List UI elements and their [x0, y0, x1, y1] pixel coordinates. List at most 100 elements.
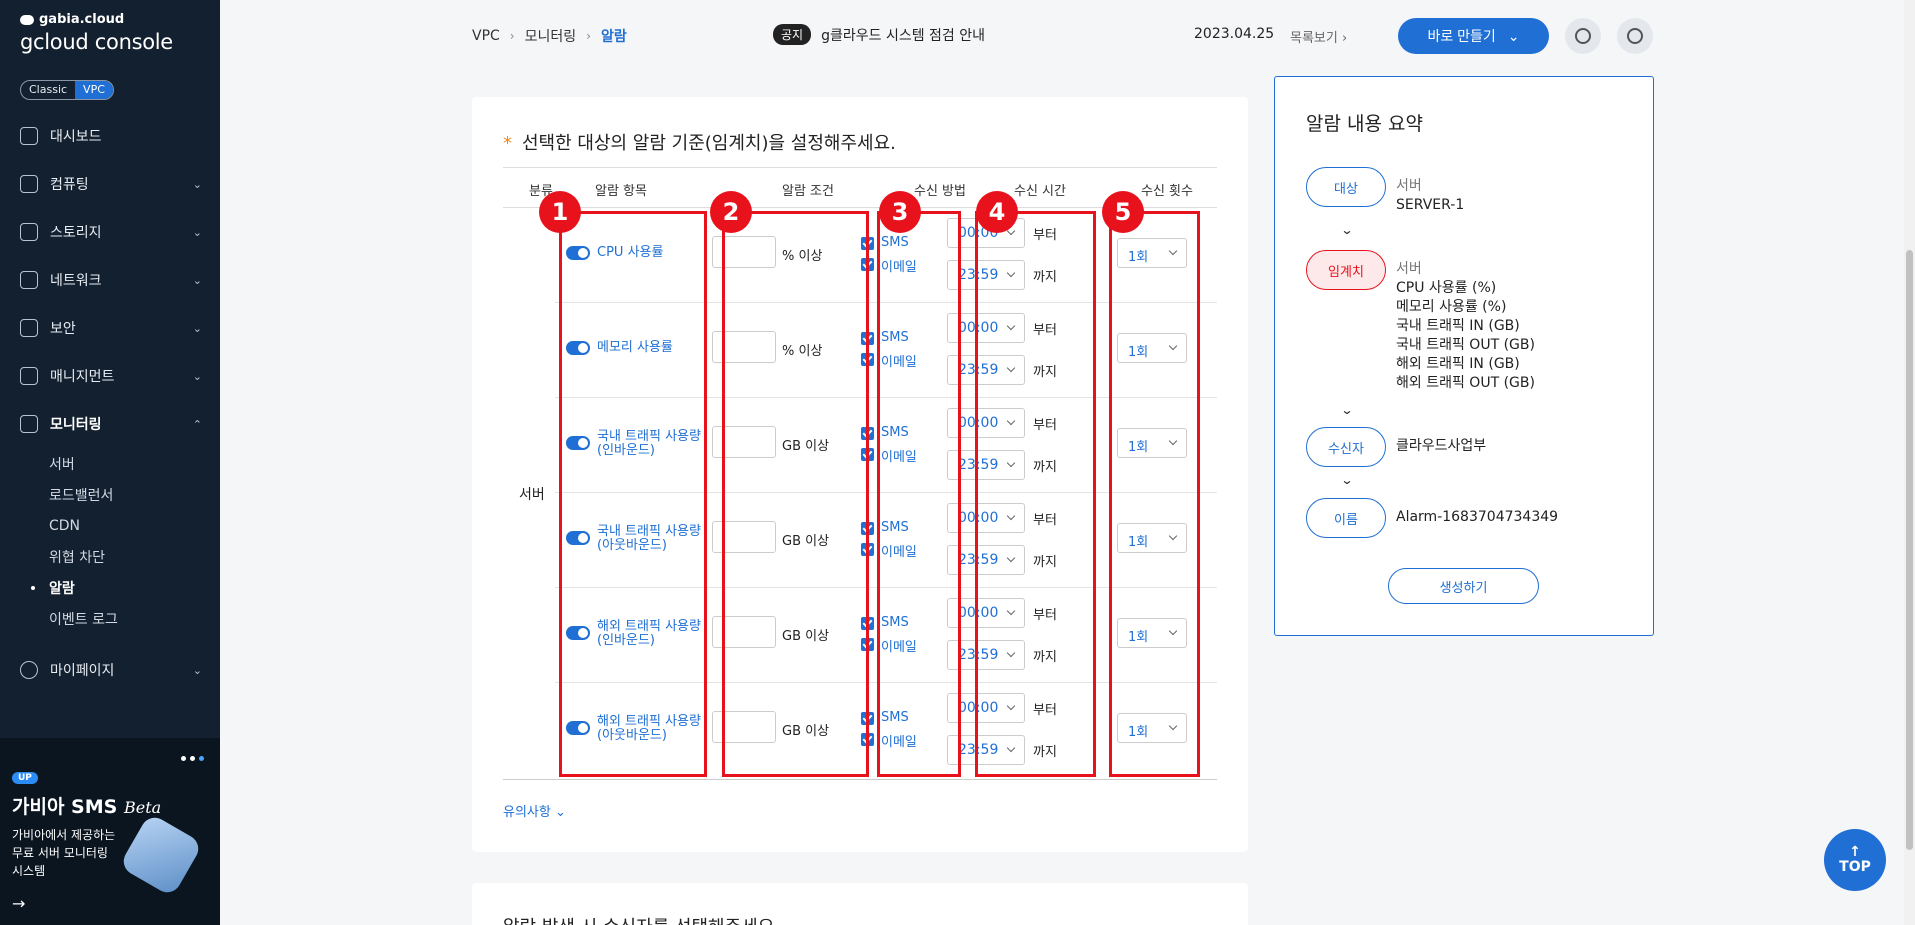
sidebar-item-label: 대시보드	[50, 129, 102, 145]
quick-create-button[interactable]: 바로 만들기 ⌄	[1398, 18, 1549, 54]
management-icon	[20, 367, 38, 385]
brand-small: gabia.cloud	[39, 12, 125, 27]
dashboard-icon	[20, 127, 38, 145]
sidebar-subitem-loadbalancer[interactable]: 로드밸런서	[0, 479, 220, 510]
chevron-up-icon: ⌃	[192, 417, 202, 431]
notice-bar[interactable]: 공지 g클라우드 시스템 점검 안내	[773, 24, 985, 45]
card-title: * 선택한 대상의 알람 기준(임계치)을 설정해주세요.	[503, 129, 896, 155]
quick-create-label: 바로 만들기	[1427, 28, 1496, 44]
env-vpc-option[interactable]: VPC	[75, 81, 113, 99]
threshold-item: 해외 트래픽 OUT (GB)	[1396, 375, 1535, 391]
sidebar-item-monitoring[interactable]: 모니터링 ⌃	[0, 400, 220, 448]
scrollbar-thumb[interactable]	[1906, 250, 1913, 850]
chat-button[interactable]	[1565, 18, 1601, 54]
notice-tag: 공지	[773, 24, 812, 45]
annotation-badge: 4	[976, 191, 1018, 233]
sidebar-subitem-cdn[interactable]: CDN	[0, 510, 220, 541]
notes-label: 유의사항	[503, 805, 551, 820]
sidebar-item-management[interactable]: 매니지먼트 ⌄	[0, 352, 220, 400]
annotation-badge: 3	[879, 191, 921, 233]
chevron-down-icon: ⌄	[192, 321, 202, 335]
notes-toggle[interactable]: 유의사항 ⌄	[503, 801, 566, 820]
breadcrumb-monitoring[interactable]: 모니터링	[525, 26, 577, 46]
threshold-item: 해외 트래픽 IN (GB)	[1396, 356, 1520, 372]
sidebar-menu: 대시보드 컴퓨팅 ⌄ 스토리지 ⌄ 네트워크 ⌄ 보안 ⌄ 매니지먼트 ⌄ 모니…	[0, 112, 220, 694]
notice-text[interactable]: g클라우드 시스템 점검 안내	[821, 25, 985, 45]
promo-title: 가비아 SMS Beta	[12, 792, 161, 819]
sidebar-item-label: 네트워크	[50, 273, 102, 289]
receiver-card: 알람 발생 시 수신자를 선택해주세요.	[472, 883, 1248, 925]
highlight-box-items	[559, 211, 707, 777]
highlight-box-count	[1109, 211, 1200, 777]
chevron-down-icon: ⌄	[192, 273, 202, 287]
threshold-pill: 임계치	[1306, 250, 1386, 290]
sidebar-item-mypage[interactable]: 마이페이지 ⌄	[0, 646, 220, 694]
breadcrumb-alarm: 알람	[600, 29, 627, 45]
carousel-dots[interactable]	[181, 756, 204, 761]
col-condition: 알람 조건	[782, 184, 834, 199]
env-classic-option[interactable]: Classic	[21, 81, 75, 99]
group-label-server: 서버	[519, 487, 545, 503]
highlight-box-time	[975, 211, 1096, 777]
sidebar-item-label: 보안	[50, 321, 76, 337]
required-mark: *	[503, 133, 512, 154]
breadcrumb-vpc[interactable]: VPC	[472, 28, 500, 44]
alarm-summary-panel: 알람 내용 요약 대상 서버 SERVER-1 ⌄ 임계치 서버 CPU 사용률…	[1274, 76, 1654, 636]
monitoring-icon	[20, 415, 38, 433]
alarm-criteria-card: * 선택한 대상의 알람 기준(임계치)을 설정해주세요. 분류 알람 항목 알람…	[472, 97, 1248, 852]
sidebar-subitem-threat-block[interactable]: 위협 차단	[0, 541, 220, 572]
sidebar-item-label: 모니터링	[50, 417, 102, 433]
target-type: 서버	[1396, 178, 1422, 194]
threshold-info: 서버 CPU 사용률 (%) 메모리 사용률 (%) 국내 트래픽 IN (GB…	[1396, 260, 1535, 393]
chevron-right-icon: ›	[1341, 31, 1348, 46]
sidebar-item-label: 마이페이지	[50, 663, 115, 679]
promo-title-text: 가비아 SMS	[12, 796, 118, 818]
col-time: 수신 시간	[1014, 184, 1066, 199]
sidebar-item-compute[interactable]: 컴퓨팅 ⌄	[0, 160, 220, 208]
chevron-right-icon: ›	[586, 29, 591, 43]
threshold-type: 서버	[1396, 261, 1422, 277]
sidebar-item-security[interactable]: 보안 ⌄	[0, 304, 220, 352]
promo-desc: 가비아에서 제공하는 무료 서버 모니터링 시스템	[12, 828, 116, 878]
summary-title: 알람 내용 요약	[1306, 113, 1423, 135]
page-scrollbar[interactable]	[1904, 0, 1915, 925]
scroll-top-button[interactable]: ↑ TOP	[1824, 829, 1886, 891]
arrow-up-icon: ↑	[1849, 844, 1861, 860]
brand-logo[interactable]: gabia.cloud gcloud console	[20, 12, 173, 54]
top-label: TOP	[1839, 859, 1871, 875]
arrow-right-icon[interactable]: →	[12, 894, 25, 913]
sidebar-subitem-server[interactable]: 서버	[0, 448, 220, 479]
col-count: 수신 횟수	[1141, 184, 1193, 199]
breadcrumb: VPC › 모니터링 › 알람	[472, 26, 627, 46]
promo-banner[interactable]: UP 가비아 SMS Beta 가비아에서 제공하는 무료 서버 모니터링 시스…	[0, 738, 220, 925]
col-item: 알람 항목	[595, 184, 647, 199]
sidebar-item-label: 매니지먼트	[50, 369, 115, 385]
sidebar-item-storage[interactable]: 스토리지 ⌄	[0, 208, 220, 256]
account-button[interactable]	[1617, 18, 1653, 54]
chevron-right-icon: ›	[509, 29, 515, 43]
notice-list-link[interactable]: 목록보기 ›	[1290, 27, 1347, 46]
sidebar-item-dashboard[interactable]: 대시보드	[0, 112, 220, 160]
chevron-down-icon: ⌄	[192, 663, 202, 677]
compute-icon	[20, 175, 38, 193]
chevron-down-icon: ⌄	[1340, 223, 1354, 237]
chevron-down-icon: ⌄	[192, 177, 202, 191]
col-method: 수신 방법	[914, 184, 966, 199]
threshold-item: CPU 사용률 (%)	[1396, 280, 1497, 296]
annotation-badge: 1	[539, 191, 581, 233]
threshold-item: 메모리 사용률 (%)	[1396, 299, 1507, 315]
target-name: SERVER-1	[1396, 197, 1465, 213]
create-button[interactable]: 생성하기	[1388, 568, 1539, 604]
chat-icon	[1575, 28, 1591, 44]
storage-icon	[20, 223, 38, 241]
sidebar-subitem-event-log[interactable]: 이벤트 로그	[0, 603, 220, 634]
annotation-badge: 5	[1102, 191, 1144, 233]
chevron-down-icon: ⌄	[192, 225, 202, 239]
chevron-down-icon: ⌄	[554, 805, 566, 820]
env-toggle[interactable]: Classic VPC	[20, 80, 114, 100]
sidebar-item-network[interactable]: 네트워크 ⌄	[0, 256, 220, 304]
brand-title: gcloud console	[20, 30, 173, 54]
sidebar-subitem-alarm[interactable]: 알람	[0, 572, 220, 603]
table-divider	[503, 779, 1217, 780]
alarm-name-value: Alarm-1683704734349	[1396, 509, 1559, 525]
